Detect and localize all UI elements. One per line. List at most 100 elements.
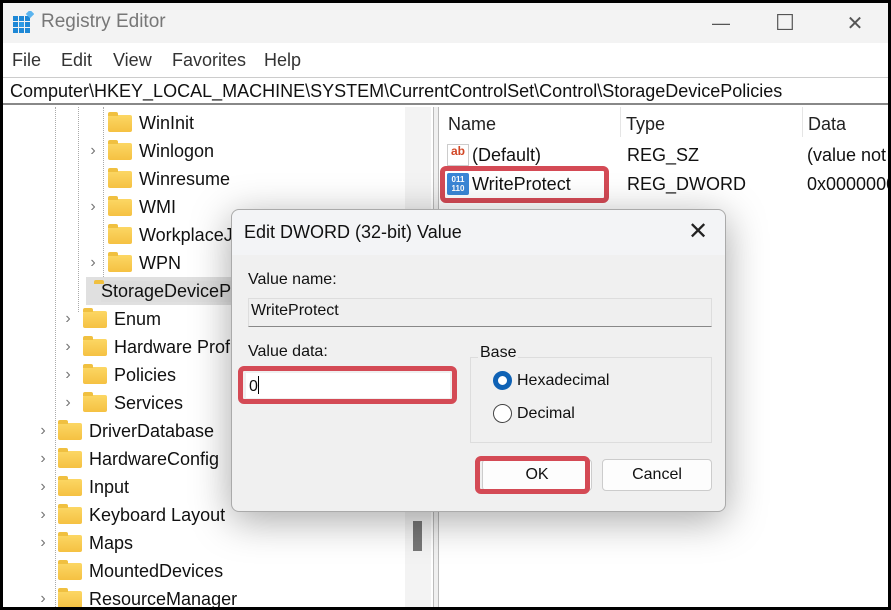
menu-bar: File Edit View Favorites Help xyxy=(3,43,888,75)
folder-icon xyxy=(58,531,82,552)
menu-favorites[interactable]: Favorites xyxy=(172,50,246,71)
column-header-type[interactable]: Type xyxy=(626,114,665,135)
column-separator[interactable] xyxy=(620,107,621,137)
tree-item-label: MountedDevices xyxy=(89,560,224,581)
tree-item[interactable]: › Policies xyxy=(61,361,176,389)
radio-hexadecimal-label[interactable]: Hexadecimal xyxy=(517,372,609,390)
tree-item-label: Services xyxy=(114,392,184,413)
folder-icon xyxy=(58,559,82,580)
maximize-icon: ☐ xyxy=(775,10,795,35)
tree-item-label: Enum xyxy=(114,308,162,329)
chevron-right-icon[interactable]: › xyxy=(36,590,50,607)
tree-item-label: DriverDatabase xyxy=(89,420,215,441)
chevron-right-icon[interactable]: › xyxy=(61,394,75,412)
value-data-label: Value data: xyxy=(248,343,328,360)
chevron-right-icon[interactable]: › xyxy=(86,142,100,160)
chevron-right-icon[interactable]: › xyxy=(86,198,100,216)
tree-item-label: Keyboard Layout xyxy=(89,504,226,525)
tree-item-label: HardwareConfig xyxy=(89,448,220,469)
tree-item-label: Winresume xyxy=(139,168,231,189)
address-path[interactable]: Computer\HKEY_LOCAL_MACHINE\SYSTEM\Curre… xyxy=(10,81,782,102)
dialog-close-button[interactable]: ✕ xyxy=(683,216,713,246)
menu-help[interactable]: Help xyxy=(264,50,301,71)
minimize-icon: — xyxy=(712,12,730,33)
folder-icon xyxy=(83,307,107,328)
tree-item[interactable]: › WPN xyxy=(86,249,181,277)
close-icon: ✕ xyxy=(687,217,709,245)
radio-decimal-button[interactable] xyxy=(493,404,512,423)
folder-icon xyxy=(83,363,107,384)
close-button[interactable]: ✕ xyxy=(825,3,885,43)
tree-item-label: WMI xyxy=(139,196,176,217)
highlight-value-data xyxy=(238,366,457,404)
tree-item-label: ResourceManager xyxy=(89,588,238,608)
chevron-right-icon[interactable]: › xyxy=(61,366,75,384)
tree-item[interactable]: › DriverDatabase xyxy=(36,417,214,445)
tree-scrollbar-thumb[interactable] xyxy=(413,521,422,551)
tree-item[interactable]: › Hardware Profiles xyxy=(61,333,257,361)
tree-item[interactable]: › Input xyxy=(36,473,129,501)
column-header-name[interactable]: Name xyxy=(448,114,496,135)
address-bar[interactable]: Computer\HKEY_LOCAL_MACHINE\SYSTEM\Curre… xyxy=(3,77,888,105)
tree-item[interactable]: › HardwareConfig xyxy=(36,445,219,473)
value-name-label: Value name: xyxy=(248,271,337,288)
base-label: Base xyxy=(478,344,519,362)
chevron-right-icon[interactable]: › xyxy=(86,254,100,272)
tree-item[interactable]: Winresume xyxy=(86,165,230,193)
cancel-button[interactable]: Cancel xyxy=(602,459,712,491)
tree-item[interactable]: › Winlogon xyxy=(86,137,214,165)
folder-icon xyxy=(108,111,132,132)
folder-icon xyxy=(58,503,82,524)
folder-icon xyxy=(108,251,132,272)
folder-icon xyxy=(58,447,82,468)
tree-item[interactable]: › ResourceManager xyxy=(36,585,237,607)
chevron-right-icon[interactable]: › xyxy=(36,478,50,496)
tree-item[interactable]: › Maps xyxy=(36,529,133,557)
chevron-right-icon[interactable]: › xyxy=(36,506,50,524)
tree-guide-line xyxy=(78,107,79,312)
chevron-right-icon[interactable]: › xyxy=(36,450,50,468)
chevron-right-icon[interactable]: › xyxy=(61,310,75,328)
folder-icon xyxy=(83,335,107,356)
menu-edit[interactable]: Edit xyxy=(61,50,92,71)
maximize-button[interactable]: ☐ xyxy=(755,3,815,43)
value-name-field: WriteProtect xyxy=(248,298,712,327)
chevron-right-icon[interactable]: › xyxy=(36,534,50,552)
menu-view[interactable]: View xyxy=(113,50,152,71)
folder-icon xyxy=(108,195,132,216)
tree-item[interactable]: › Keyboard Layout xyxy=(36,501,225,529)
menu-file[interactable]: File xyxy=(12,50,41,71)
base-group xyxy=(470,357,712,443)
radio-decimal-label[interactable]: Decimal xyxy=(517,405,575,423)
chevron-right-icon[interactable]: › xyxy=(61,338,75,356)
folder-icon xyxy=(108,223,132,244)
folder-icon xyxy=(108,167,132,188)
tree-item[interactable]: › WMI xyxy=(86,193,176,221)
value-type: REG_SZ xyxy=(627,145,700,165)
dialog-title: Edit DWORD (32-bit) Value xyxy=(244,222,462,242)
tree-item[interactable]: › Services xyxy=(61,389,183,417)
tree-item[interactable]: MountedDevices xyxy=(36,557,223,585)
registry-editor-icon xyxy=(13,11,34,33)
column-header-data[interactable]: Data xyxy=(808,114,846,135)
radio-hexadecimal-button[interactable] xyxy=(493,371,512,390)
edit-dword-dialog: Edit DWORD (32-bit) Value ✕ Value name: … xyxy=(231,209,726,512)
value-data: 0x00000001 xyxy=(807,174,888,194)
value-row[interactable]: ab (Default) REG_SZ (value not set) xyxy=(440,141,888,169)
close-icon: ✕ xyxy=(846,12,864,35)
tree-item[interactable]: › Enum xyxy=(61,305,161,333)
tree-item-label: Winlogon xyxy=(139,140,215,161)
value-name-text: WriteProtect xyxy=(251,302,339,319)
registry-editor-window: Registry Editor — ☐ ✕ File Edit View Fav… xyxy=(3,3,888,607)
value-name: (Default) xyxy=(472,145,542,165)
window-title: Registry Editor xyxy=(41,11,166,32)
folder-icon xyxy=(108,139,132,160)
column-separator[interactable] xyxy=(802,107,803,137)
tree-item-label: Policies xyxy=(114,364,177,385)
tree-item[interactable]: WinInit xyxy=(86,109,194,137)
chevron-right-icon[interactable]: › xyxy=(36,422,50,440)
minimize-button[interactable]: — xyxy=(691,3,751,43)
tree-item-label: WPN xyxy=(139,252,181,273)
tree-item[interactable]: StorageDevicePolicies xyxy=(86,277,282,305)
folder-icon xyxy=(83,391,107,412)
